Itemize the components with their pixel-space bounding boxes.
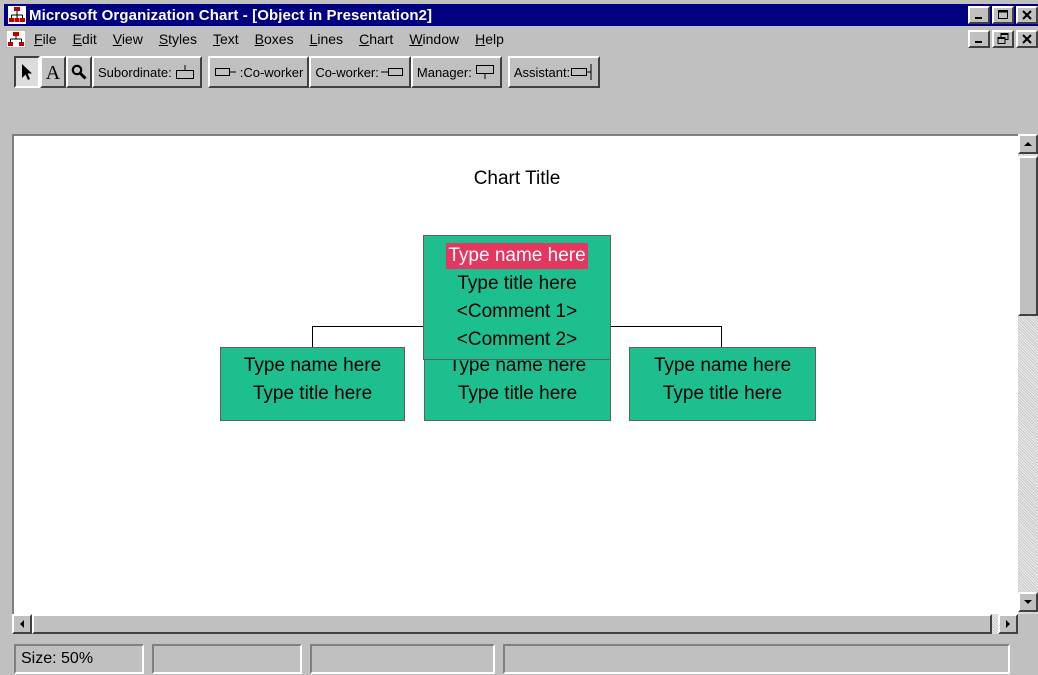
scroll-right-button[interactable] — [998, 614, 1018, 634]
coworker-right-label: Co-worker: — [315, 64, 379, 80]
subordinate-box-icon — [175, 65, 194, 79]
horizontal-scrollbar[interactable] — [12, 614, 1018, 634]
connector-right-drop — [721, 326, 722, 349]
minimize-button[interactable] — [968, 6, 990, 24]
subordinate-button[interactable]: Subordinate: — [92, 56, 202, 88]
subordinate-3-title: Type title here — [662, 383, 783, 404]
manager-label: Manager: — [416, 64, 472, 80]
svg-text:A: A — [46, 62, 61, 82]
arrow-right-icon — [1006, 620, 1010, 628]
manager-name-selected[interactable]: Type name here — [446, 243, 588, 269]
subordinate-box-1[interactable]: Type name here Type title here — [220, 347, 405, 421]
scrollbar-corner — [1018, 614, 1038, 634]
toolbar: A Subordinate: :Co-worker Co-worker: Man… — [14, 56, 601, 88]
connector-left-drop — [312, 326, 313, 349]
minimize-icon — [975, 41, 982, 43]
horizontal-scroll-thumb[interactable] — [32, 614, 992, 634]
manager-box-icon — [475, 65, 494, 79]
manager-name-line: Type name here — [424, 242, 610, 270]
menu-view[interactable]: View — [105, 31, 151, 47]
doc-close-button[interactable] — [1016, 30, 1038, 48]
org-chart-window: Microsoft Organization Chart - [Object i… — [0, 0, 1038, 675]
manager-comment-2: <Comment 2> — [456, 329, 578, 350]
scroll-down-button[interactable] — [1018, 592, 1038, 612]
coworker-right-button[interactable]: Co-worker: — [309, 56, 411, 88]
close-icon — [1022, 34, 1032, 44]
coworker-right-box-icon — [380, 68, 403, 76]
manager-comment-1: <Comment 1> — [456, 301, 578, 322]
menu-file[interactable]: File — [34, 31, 65, 47]
scroll-up-button[interactable] — [1018, 134, 1038, 154]
restore-icon — [997, 33, 1009, 44]
minimize-icon — [975, 17, 982, 19]
manager-title: Type title here — [457, 273, 577, 294]
subordinate-3-name: Type name here — [653, 355, 792, 376]
pointer-arrow-icon — [22, 64, 32, 80]
subordinate-2-title: Type title here — [457, 383, 578, 404]
coworker-left-button[interactable]: :Co-worker — [207, 56, 310, 88]
coworker-left-box-icon — [214, 68, 236, 76]
arrow-down-icon — [1024, 600, 1032, 604]
menu-styles[interactable]: Styles — [151, 31, 205, 47]
chart-title[interactable]: Chart Title — [14, 168, 1020, 190]
select-tool-button[interactable] — [14, 56, 40, 88]
doc-restore-button[interactable] — [992, 30, 1014, 48]
maximize-icon — [998, 10, 1008, 19]
window-title: Microsoft Organization Chart - [Object i… — [29, 6, 433, 24]
vertical-scroll-thumb[interactable] — [1018, 156, 1038, 316]
text-tool-button[interactable]: A — [40, 56, 66, 88]
menu-text[interactable]: Text — [205, 31, 247, 47]
status-pane-4 — [503, 644, 1010, 674]
subordinate-1-name: Type name here — [243, 355, 382, 376]
chart-canvas[interactable]: Chart Title Type name here Type title he… — [12, 134, 1018, 614]
vertical-scrollbar[interactable] — [1018, 134, 1038, 614]
assistant-button[interactable]: Assistant: — [507, 56, 601, 88]
manager-box[interactable]: Type name here Type title here <Comment … — [423, 235, 611, 360]
manager-button[interactable]: Manager: — [410, 56, 502, 88]
menu-lines[interactable]: Lines — [302, 31, 351, 47]
document-icon[interactable] — [6, 30, 26, 48]
coworker-left-label: :Co-worker — [239, 64, 304, 80]
menu-boxes[interactable]: Boxes — [247, 31, 302, 47]
doc-minimize-button[interactable] — [968, 30, 990, 48]
status-pane-3 — [310, 644, 495, 674]
maximize-button[interactable] — [992, 6, 1014, 24]
subordinate-label: Subordinate: — [98, 64, 172, 80]
zoom-tool-button[interactable] — [66, 56, 92, 88]
close-button[interactable] — [1016, 6, 1038, 24]
status-pane-2 — [152, 644, 302, 674]
close-icon — [1022, 10, 1032, 20]
menu-window[interactable]: Window — [401, 31, 467, 47]
subordinate-box-3[interactable]: Type name here Type title here — [629, 347, 816, 421]
scroll-left-button[interactable] — [12, 614, 32, 634]
menu-edit[interactable]: Edit — [65, 31, 105, 47]
menu-chart[interactable]: Chart — [351, 31, 401, 47]
status-size: Size: 50% — [14, 644, 144, 674]
menu-bar: File Edit View Styles Text Boxes Lines C… — [4, 28, 1038, 50]
assistant-box-icon — [571, 64, 592, 80]
subordinate-1-title: Type title here — [252, 383, 373, 404]
menu-help[interactable]: Help — [467, 31, 512, 47]
letter-a-icon: A — [46, 62, 61, 82]
arrow-left-icon — [20, 620, 24, 628]
status-bar: Size: 50% — [14, 644, 1010, 674]
title-bar[interactable]: Microsoft Organization Chart - [Object i… — [4, 4, 1038, 26]
assistant-label: Assistant: — [513, 64, 571, 80]
magnifier-icon — [71, 64, 87, 80]
org-chart-app-icon — [8, 6, 26, 24]
arrow-up-icon — [1024, 142, 1032, 146]
